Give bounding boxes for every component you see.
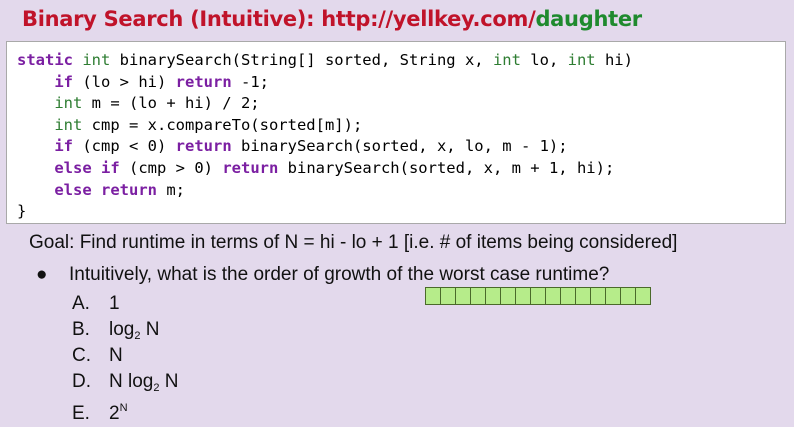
code-text: cmp = x.compareTo(sorted[m]);: [82, 115, 363, 134]
code-text: (cmp < 0): [73, 137, 176, 156]
array-cell: [591, 288, 606, 304]
code-type: int: [567, 51, 596, 69]
answer-option: A. 1: [72, 291, 178, 317]
array-cell: [441, 288, 456, 304]
code-keyword: return: [222, 158, 279, 177]
slide-title-prefix: Binary Search (Intuitive): http://yellke…: [22, 7, 536, 31]
code-keyword: static: [17, 51, 73, 69]
answer-options: A. 1 B. log2 N C. N D. N log2 N E. 2N: [72, 291, 178, 424]
code-text: (cmp > 0): [119, 158, 223, 177]
option-letter: B.: [72, 319, 90, 340]
option-text: 1: [109, 293, 120, 314]
option-text: 2: [109, 403, 120, 424]
array-cell: [636, 288, 650, 304]
answer-option: E. 2N: [72, 395, 178, 424]
code-line: else if (cmp > 0) return binarySearch(so…: [17, 158, 785, 180]
slide-title: Binary Search (Intuitive): http://yellke…: [22, 7, 642, 31]
code-text: (lo > hi): [73, 72, 176, 91]
option-letter: D.: [72, 371, 91, 392]
code-type: int: [54, 115, 83, 134]
option-letter: C.: [72, 345, 91, 366]
array-cell: [531, 288, 546, 304]
code-type: int: [82, 51, 111, 69]
question-bullet: ● Intuitively, what is the order of growt…: [36, 264, 609, 286]
option-text-tail: N: [140, 319, 160, 340]
code-text: lo,: [520, 51, 568, 69]
code-line: int cmp = x.compareTo(sorted[m]);: [17, 115, 785, 137]
code-type: int: [54, 94, 83, 113]
code-keyword: if: [54, 72, 73, 91]
code-keyword: else: [54, 158, 92, 177]
code-keyword: if: [101, 158, 120, 177]
code-block: static int binarySearch(String[] sorted,…: [6, 41, 786, 224]
option-letter: A.: [72, 293, 90, 314]
option-text: N: [109, 345, 123, 366]
option-text-tail: N: [159, 371, 179, 392]
answer-option: B. log2 N: [72, 317, 178, 343]
code-line: else return m;: [17, 180, 785, 202]
array-cell: [576, 288, 591, 304]
array-cell: [471, 288, 486, 304]
code-text: m;: [157, 180, 185, 199]
array-cell: [426, 288, 441, 304]
option-text: log: [109, 319, 135, 340]
code-text: binarySearch(sorted, x, m + 1, hi);: [278, 158, 615, 177]
option-superscript: N: [119, 402, 128, 414]
code-keyword: if: [54, 137, 73, 156]
code-text: m = (lo + hi) / 2;: [82, 94, 260, 113]
code-line: if (cmp < 0) return binarySearch(sorted,…: [17, 136, 785, 158]
array-cell: [606, 288, 621, 304]
code-text: hi): [595, 51, 633, 69]
array-cell: [546, 288, 561, 304]
option-letter: E.: [72, 403, 90, 424]
code-line: int m = (lo + hi) / 2;: [17, 93, 785, 115]
array-cell: [501, 288, 516, 304]
question-text: Intuitively, what is the order of growth…: [69, 264, 610, 285]
code-keyword: return: [175, 137, 232, 156]
code-keyword: return: [101, 180, 157, 199]
code-line: static int binarySearch(String[] sorted,…: [17, 50, 785, 72]
code-text: binarySearch(sorted, x, lo, m - 1);: [231, 137, 568, 156]
array-cell: [516, 288, 531, 304]
array-cell: [621, 288, 636, 304]
code-text: binarySearch(String[] sorted, String x,: [110, 51, 493, 69]
option-text: N log: [109, 371, 154, 392]
array-cell: [486, 288, 501, 304]
answer-option: C. N: [72, 343, 178, 369]
code-text: -1;: [231, 72, 269, 91]
code-text: }: [17, 202, 27, 221]
code-keyword: return: [175, 72, 232, 91]
code-keyword: else: [54, 180, 92, 199]
array-cell: [456, 288, 471, 304]
array-cell: [561, 288, 576, 304]
code-type: int: [492, 51, 521, 69]
code-line: if (lo > hi) return -1;: [17, 72, 785, 94]
slide-title-link-word: daughter: [535, 7, 642, 31]
code-line: }: [17, 201, 785, 223]
bullet-icon: ●: [36, 264, 48, 285]
items-array-diagram: [425, 287, 651, 305]
answer-option: D. N log2 N: [72, 369, 178, 395]
goal-text: Goal: Find runtime in terms of N = hi - …: [29, 232, 678, 253]
